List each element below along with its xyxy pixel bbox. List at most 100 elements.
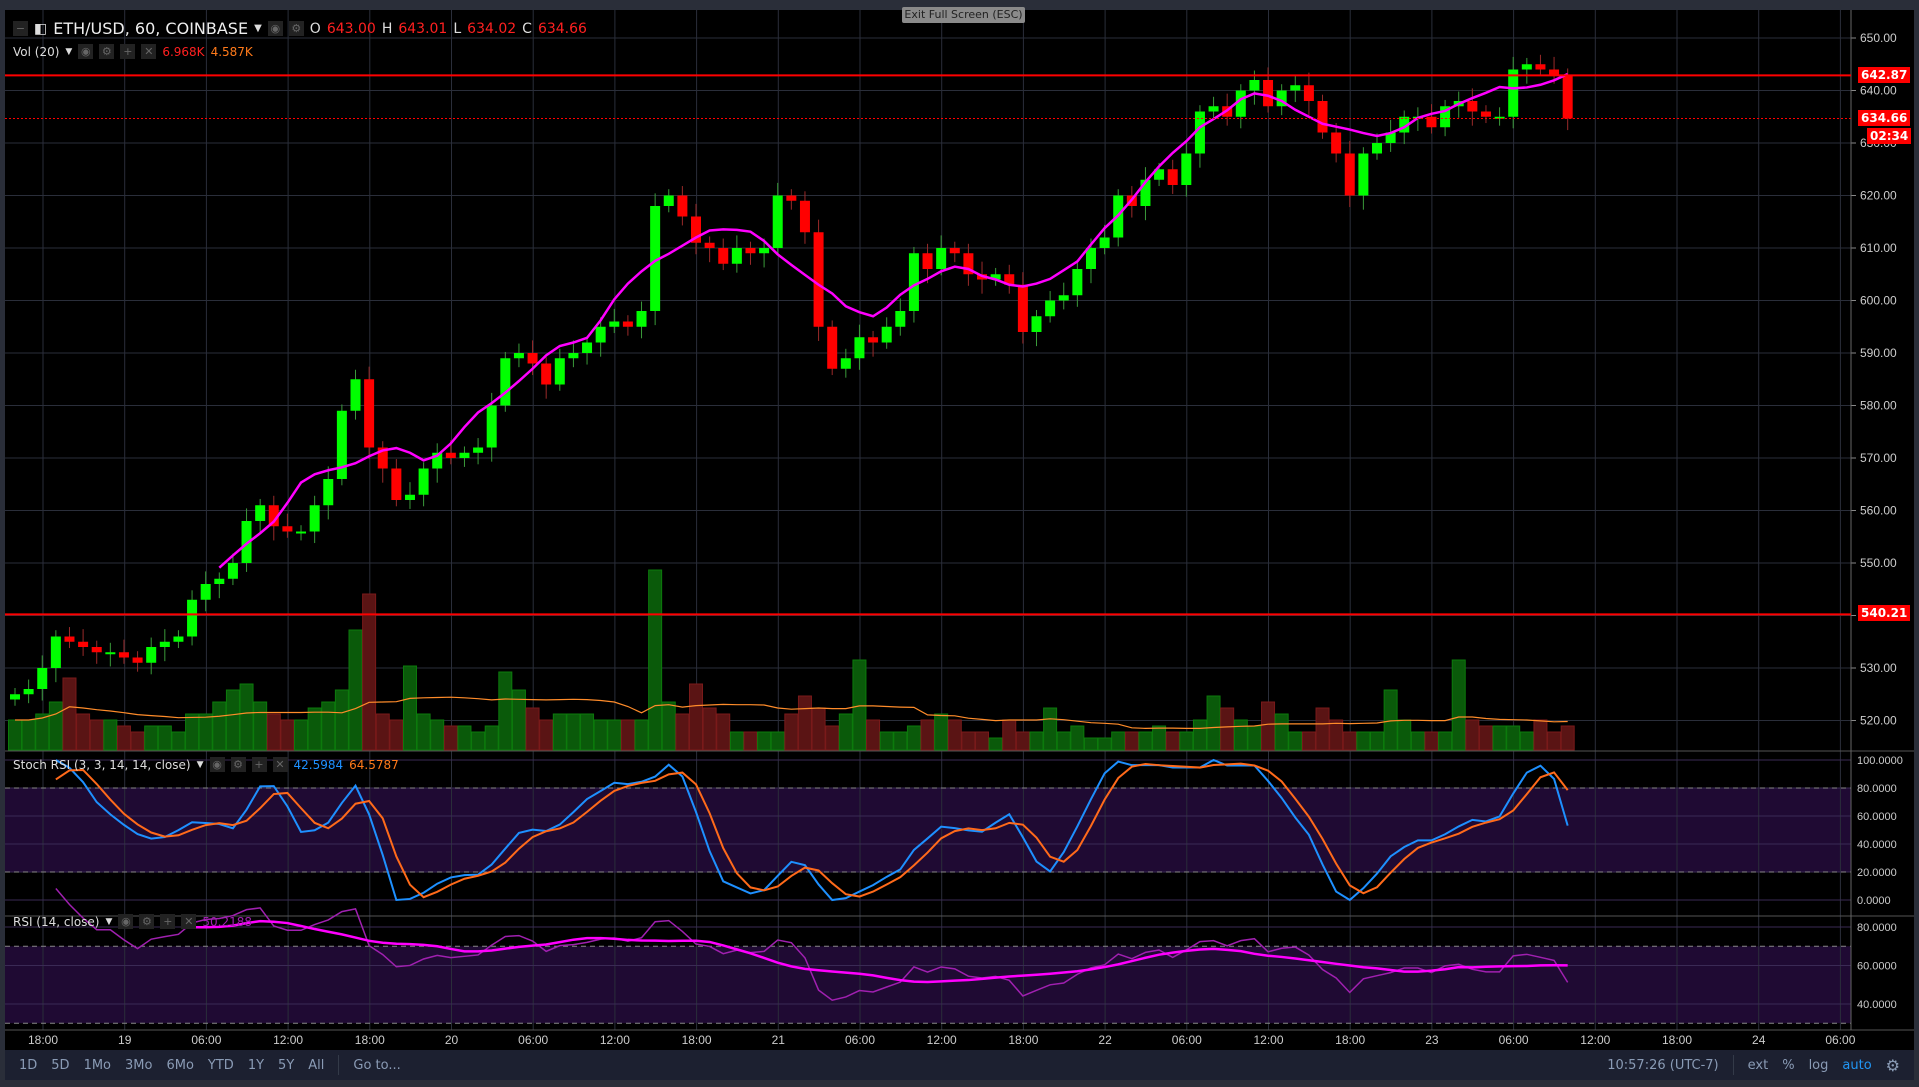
volume-bar: [580, 713, 595, 751]
candle-body: [214, 578, 225, 584]
gear-icon[interactable]: ⚙: [230, 757, 246, 772]
candle-body: [936, 248, 947, 269]
candle-body: [91, 647, 102, 653]
stoch-title[interactable]: Stoch RSI (3, 3, 14, 14, close): [13, 758, 191, 772]
plus-icon[interactable]: +: [120, 44, 136, 59]
volume-title[interactable]: Vol (20): [13, 45, 59, 59]
plus-icon[interactable]: +: [251, 757, 267, 772]
candle-body: [10, 694, 20, 700]
volume-bar: [1438, 731, 1453, 751]
close-icon[interactable]: ✕: [141, 44, 157, 59]
volume-bar: [280, 719, 295, 751]
volume-bar: [375, 713, 390, 751]
chevron-down-icon[interactable]: ▼: [197, 760, 204, 770]
candle-body: [146, 647, 157, 663]
range-all[interactable]: All: [308, 1058, 324, 1073]
plus-icon[interactable]: +: [160, 914, 176, 929]
volume-bar: [144, 725, 159, 751]
bottom-toolbar: 1D 5D 1Mo 3Mo 6Mo YTD 1Y 5Y All Go to...…: [5, 1050, 1914, 1080]
time-axis-label: 18:00: [1662, 1033, 1692, 1047]
volume-bar: [484, 725, 499, 751]
volume-bar: [1192, 719, 1207, 751]
volume-bar: [716, 713, 731, 751]
candle-body: [582, 342, 593, 353]
range-5y[interactable]: 5Y: [278, 1058, 294, 1073]
eye-icon[interactable]: ◉: [209, 757, 225, 772]
range-6mo[interactable]: 6Mo: [166, 1058, 193, 1073]
low-label: L: [453, 20, 462, 37]
volume-bar: [471, 731, 486, 751]
goto-button[interactable]: Go to...: [353, 1058, 400, 1073]
indicator-axis-label: 60.0000: [1857, 961, 1897, 973]
time-axis-label: 24: [1752, 1033, 1766, 1047]
candle-body: [854, 337, 865, 359]
range-1y[interactable]: 1Y: [248, 1058, 264, 1073]
volume-bar: [934, 713, 949, 751]
volume-bar: [225, 689, 240, 751]
volume-bar: [1342, 731, 1357, 751]
range-3mo[interactable]: 3Mo: [125, 1058, 152, 1073]
eye-icon[interactable]: ◉: [118, 914, 134, 929]
volume-bar: [157, 725, 172, 751]
ext-toggle[interactable]: ext: [1748, 1058, 1769, 1073]
percent-toggle[interactable]: %: [1782, 1058, 1794, 1073]
candle-body: [1167, 169, 1178, 185]
stoch-k-value: 42.5984: [293, 757, 344, 772]
volume-bar: [1506, 725, 1521, 751]
time-axis-label: 06:00: [1499, 1033, 1529, 1047]
collapse-icon[interactable]: −: [13, 21, 28, 36]
candle-body: [827, 326, 838, 369]
price-axis-label: 640.00: [1860, 84, 1897, 98]
gear-icon[interactable]: ⚙: [139, 914, 155, 929]
range-5d[interactable]: 5D: [51, 1058, 69, 1073]
candle-body: [1099, 237, 1110, 248]
chart-canvas[interactable]: 650.00640.00630.00620.00610.00600.00590.…: [5, 10, 1914, 1050]
exit-fullscreen-button[interactable]: Exit Full Screen (ESC): [902, 7, 1025, 23]
volume-bar: [1247, 725, 1262, 751]
close-icon[interactable]: ✕: [181, 914, 197, 929]
auto-toggle[interactable]: auto: [1842, 1058, 1871, 1073]
eye-icon[interactable]: ◉: [267, 21, 283, 36]
volume-value: 6.968K: [162, 44, 205, 59]
volume-bar: [1261, 701, 1276, 751]
candle-body: [786, 195, 797, 201]
range-ytd[interactable]: YTD: [208, 1058, 234, 1073]
range-1d[interactable]: 1D: [19, 1058, 37, 1073]
indicator-axis-label: 20.0000: [1857, 867, 1897, 879]
gear-icon[interactable]: ⚙: [288, 21, 304, 36]
volume-bar: [389, 719, 404, 751]
candle-body: [486, 405, 497, 448]
low-value: 634.02: [467, 20, 517, 37]
volume-bar: [1070, 725, 1085, 751]
candle-body: [922, 253, 933, 269]
rsi-legend: RSI (14, close) ▼ ◉ ⚙ + ✕ 50.2188: [13, 914, 252, 929]
indicator-axis-label: 40.0000: [1857, 999, 1897, 1011]
candle-body: [731, 248, 742, 264]
chart-area[interactable]: 650.00640.00630.00620.00610.00600.00590.…: [5, 10, 1914, 1050]
gear-icon[interactable]: ⚙: [99, 44, 115, 59]
candle-body: [64, 636, 75, 642]
candle-body: [404, 494, 415, 500]
settings-gear-icon[interactable]: ⚙: [1886, 1056, 1900, 1075]
close-icon[interactable]: ✕: [272, 757, 288, 772]
volume-bar: [1002, 719, 1017, 751]
time-axis-label: 06:00: [1172, 1033, 1202, 1047]
chevron-down-icon[interactable]: ▼: [65, 47, 72, 57]
candle-body: [1045, 300, 1056, 317]
rsi-value: 50.2188: [202, 914, 253, 929]
volume-bar: [906, 725, 921, 751]
chevron-down-icon[interactable]: ▼: [254, 23, 262, 34]
log-toggle[interactable]: log: [1809, 1058, 1829, 1073]
candle-body: [868, 337, 879, 343]
chevron-down-icon[interactable]: ▼: [105, 917, 112, 927]
symbol-title[interactable]: ETH/USD, 60, COINBASE: [53, 19, 248, 38]
price-axis-label: 580.00: [1860, 399, 1897, 413]
eye-icon[interactable]: ◉: [78, 44, 94, 59]
volume-bar: [838, 713, 853, 751]
candle-body: [840, 358, 851, 369]
range-1mo[interactable]: 1Mo: [84, 1058, 111, 1073]
rsi-title[interactable]: RSI (14, close): [13, 915, 99, 929]
candle-body: [636, 311, 647, 327]
volume-bar: [266, 713, 281, 751]
volume-bar: [103, 719, 118, 751]
